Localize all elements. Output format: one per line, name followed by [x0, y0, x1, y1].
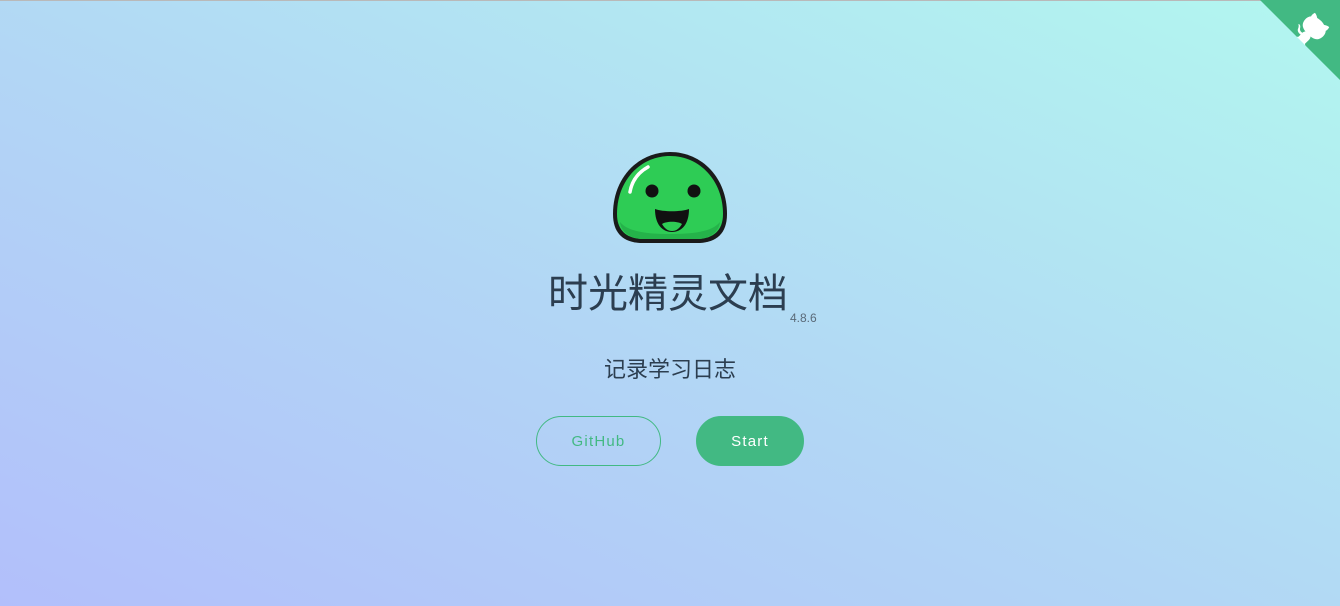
site-title: 时光精灵文档: [548, 266, 788, 322]
version-label: 4.8.6: [790, 311, 817, 325]
site-title-text: 时光精灵文档: [548, 271, 788, 317]
github-button[interactable]: GitHub: [536, 416, 661, 466]
green-slime-mascot-icon: [613, 152, 727, 243]
site-subtitle: 记录学习日志: [603, 358, 736, 383]
cover-page: 时光精灵文档 4.8.6 记录学习日志 GitHub Start: [0, 0, 1340, 606]
start-button[interactable]: Start: [696, 416, 804, 466]
